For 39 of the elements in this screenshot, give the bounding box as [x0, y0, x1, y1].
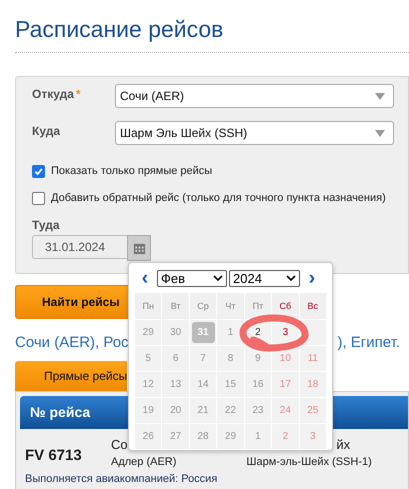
- airline-note: Выполняется авиакомпанией: Россия: [24, 472, 218, 485]
- chevron-icon: [286, 275, 296, 281]
- dropdown[interactable]: Шарм Эль Шейх (SSH): [115, 121, 394, 145]
- month-dropdown[interactable]: Фев: [157, 270, 227, 286]
- city-name: Со: [111, 436, 128, 454]
- city-name: йх: [336, 436, 350, 454]
- flight-number: FV 6713: [25, 446, 83, 466]
- calendar-icon: [132, 242, 146, 254]
- field-label: Откуда: [32, 87, 74, 101]
- checkbox[interactable]: [32, 192, 45, 204]
- field-label: Туда: [32, 218, 61, 232]
- route-text: ), Египет.: [337, 333, 400, 353]
- checkbox[interactable]: [32, 164, 45, 178]
- checkbox-label: Добавить обратный рейс (только для точного пункта назначения): [51, 192, 386, 204]
- weekday-label: Ср: [190, 293, 216, 319]
- caret-icon: [375, 92, 385, 100]
- weekday-label: Пн: [135, 293, 162, 319]
- search-button[interactable]: Найти рейсы: [15, 285, 128, 319]
- caret-icon: [375, 130, 385, 136]
- field-label: Куда: [32, 124, 60, 138]
- required-mark: *: [76, 87, 81, 101]
- calendar-day[interactable]: 31: [192, 322, 215, 343]
- airport-name: Шарм-эль-Шейх (SSH-1): [246, 455, 372, 470]
- tab[interactable]: Прямые рейсы: [15, 361, 127, 391]
- date-field[interactable]: 31.01.2024: [32, 235, 127, 259]
- year-dropdown[interactable]: 2024: [229, 270, 300, 286]
- checkbox-label: Показать только прямые рейсы: [51, 165, 212, 177]
- weekday-label: Пт: [244, 293, 272, 319]
- chevron-icon: [213, 275, 223, 281]
- next-month-button[interactable]: ›: [302, 268, 322, 288]
- airport-name: Адлер (AER): [111, 455, 176, 470]
- page-title: Расписание рейсов: [15, 15, 224, 44]
- weekday-label: Вт: [162, 293, 189, 319]
- prev-month-button[interactable]: ‹: [135, 268, 155, 288]
- route-text: Сочи (AER), Рос: [15, 333, 129, 353]
- weekday-label: Чт: [217, 293, 244, 319]
- dropdown[interactable]: Сочи (AER): [115, 84, 394, 108]
- calendar-button[interactable]: [127, 235, 151, 261]
- weekday-label: Вс: [300, 293, 326, 319]
